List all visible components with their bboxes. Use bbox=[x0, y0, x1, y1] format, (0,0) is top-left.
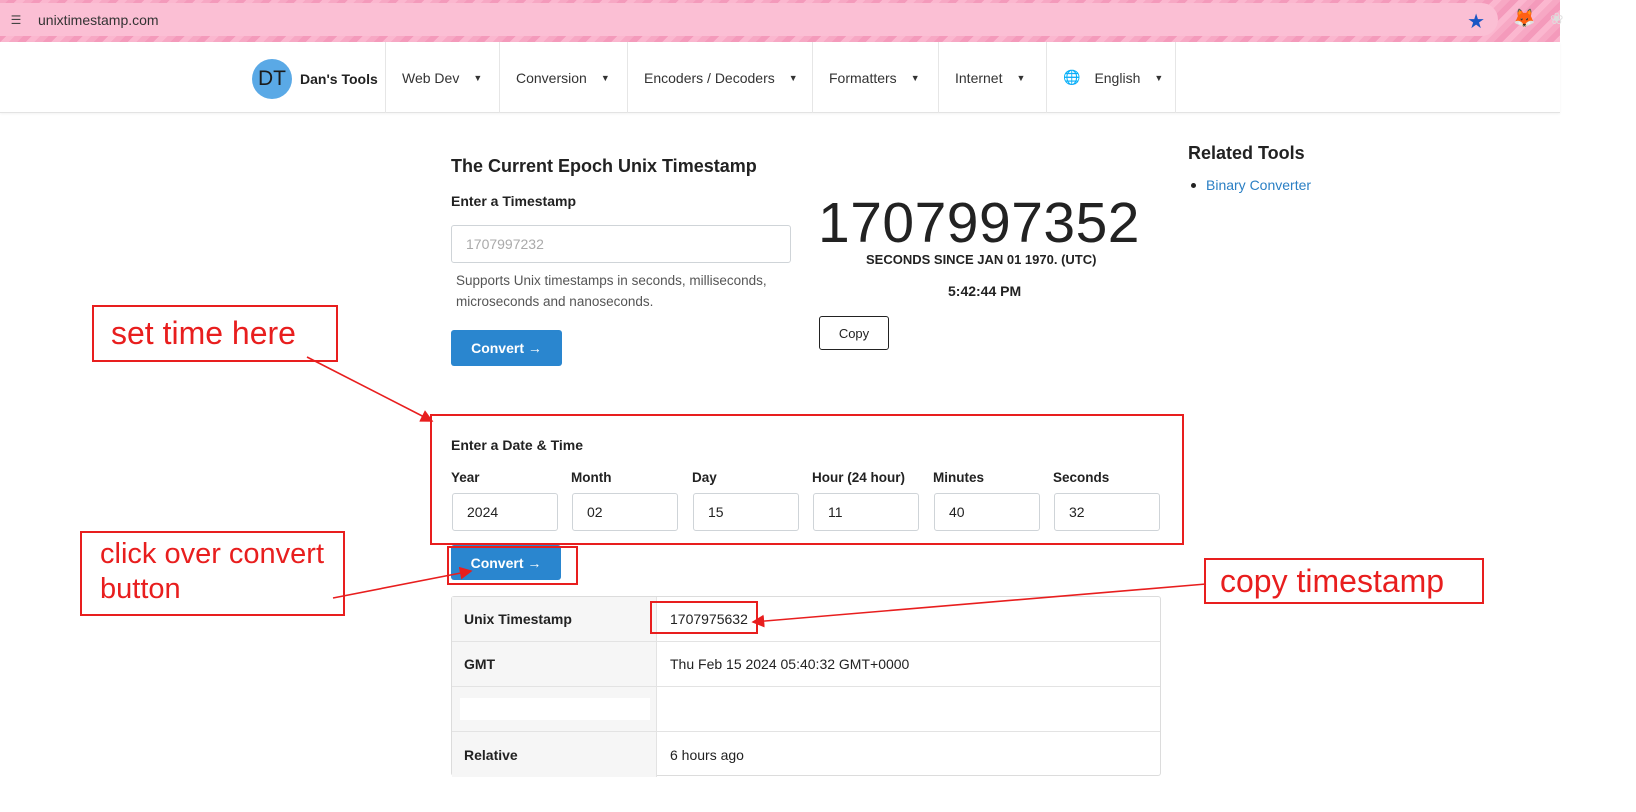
annotation-box-datetime bbox=[430, 414, 1184, 545]
chevron-down-icon: ▼ bbox=[910, 72, 920, 83]
convert-timestamp-button[interactable]: Convert → bbox=[451, 330, 562, 366]
nav-item-formatters[interactable]: Formatters ▼ bbox=[812, 42, 938, 113]
extension-gear-icon[interactable]: ❀ bbox=[1550, 9, 1563, 29]
redaction-patch bbox=[460, 698, 650, 720]
nav-item-web-dev[interactable]: Web Dev ▼ bbox=[385, 42, 499, 113]
timestamp-help-text: Supports Unix timestamps in seconds, mil… bbox=[456, 273, 767, 309]
nav-item-label: Encoders / Decoders bbox=[644, 69, 775, 86]
brand-name: Dan's Tools bbox=[300, 71, 378, 87]
table-row: Unix Timestamp 1707975632 bbox=[452, 597, 1160, 642]
copy-button[interactable]: Copy bbox=[819, 316, 889, 350]
address-bar[interactable]: ☰ unixtimestamp.com ★ bbox=[0, 3, 1498, 36]
site-navbar: DT Dan's Tools Web Dev ▼ Conversion ▼ En… bbox=[0, 42, 1560, 113]
result-key-relative: Relative bbox=[452, 732, 657, 777]
nav-item-conversion[interactable]: Conversion ▼ bbox=[499, 42, 627, 113]
nav-divider bbox=[1175, 42, 1176, 113]
result-key-gmt: GMT bbox=[452, 642, 657, 686]
chevron-down-icon: ▼ bbox=[1154, 72, 1164, 83]
site-info-icon[interactable]: ☰ bbox=[8, 13, 24, 27]
annotation-box-copy-timestamp: copy timestamp bbox=[1204, 558, 1484, 604]
table-row: GMT Thu Feb 15 2024 05:40:32 GMT+0000 bbox=[452, 642, 1160, 687]
table-row: Relative 6 hours ago bbox=[452, 732, 1160, 777]
annotation-click-convert: click over convert button bbox=[100, 538, 325, 605]
globe-icon: 🌐 bbox=[1063, 69, 1081, 85]
since-epoch-caption: SECONDS SINCE JAN 01 1970. (UTC) bbox=[866, 252, 1097, 267]
result-key-unix: Unix Timestamp bbox=[452, 597, 657, 641]
nav-item-encoders-decoders[interactable]: Encoders / Decoders ▼ bbox=[627, 42, 812, 113]
related-tools-heading: Related Tools bbox=[1188, 143, 1305, 163]
chevron-down-icon: ▼ bbox=[788, 72, 798, 83]
chevron-down-icon: ▼ bbox=[473, 72, 483, 83]
table-row bbox=[452, 687, 1160, 732]
list-item: Binary Converter bbox=[1191, 177, 1311, 193]
annotation-box-click-convert: click over convert button bbox=[80, 531, 345, 616]
result-value-relative[interactable]: 6 hours ago bbox=[670, 732, 744, 777]
result-table: Unix Timestamp 1707975632 GMT Thu Feb 15… bbox=[451, 596, 1161, 777]
fox-extension-icon[interactable]: 🦊 bbox=[1513, 8, 1535, 29]
annotation-set-time: set time here bbox=[111, 315, 296, 351]
page-title: The Current Epoch Unix Timestamp bbox=[451, 156, 757, 176]
nav-item-label: Internet bbox=[955, 69, 1003, 86]
bullet-icon bbox=[1191, 182, 1196, 188]
annotation-copy-timestamp: copy timestamp bbox=[1220, 563, 1445, 599]
result-value-gmt[interactable]: Thu Feb 15 2024 05:40:32 GMT+0000 bbox=[670, 642, 909, 686]
chevron-down-icon: ▼ bbox=[1016, 72, 1026, 83]
bookmark-star-icon[interactable]: ★ bbox=[1467, 9, 1485, 34]
nav-item-label: Formatters bbox=[829, 69, 897, 86]
timestamp-label: Enter a Timestamp bbox=[451, 193, 577, 209]
timestamp-input[interactable] bbox=[451, 225, 791, 263]
brand-logo: DT bbox=[252, 59, 292, 99]
related-tools-list: Binary Converter bbox=[1191, 177, 1311, 193]
nav-item-label: Web Dev bbox=[402, 69, 460, 86]
current-time: 5:42:44 PM bbox=[948, 283, 1022, 299]
annotation-box-timestamp-value bbox=[650, 601, 758, 634]
nav-item-internet[interactable]: Internet ▼ bbox=[938, 42, 1046, 113]
nav-item-label: Conversion bbox=[516, 69, 587, 86]
browser-toolbar: ☰ unixtimestamp.com ★ 🦊 ❀ bbox=[0, 0, 1563, 42]
nav-item-language[interactable]: 🌐 English ▼ bbox=[1046, 42, 1175, 113]
arrow-set-time bbox=[306, 356, 434, 422]
url-text[interactable]: unixtimestamp.com bbox=[38, 12, 159, 28]
chevron-down-icon: ▼ bbox=[600, 72, 610, 83]
current-timestamp: 1707997352 bbox=[818, 191, 1141, 255]
result-key-blank bbox=[452, 687, 657, 731]
brand-link[interactable]: DT Dan's Tools bbox=[252, 59, 378, 99]
annotation-box-convert bbox=[447, 546, 578, 585]
annotation-box-set-time: set time here bbox=[92, 305, 338, 362]
nav-item-label: English bbox=[1094, 69, 1141, 86]
binary-converter-link[interactable]: Binary Converter bbox=[1206, 177, 1311, 193]
